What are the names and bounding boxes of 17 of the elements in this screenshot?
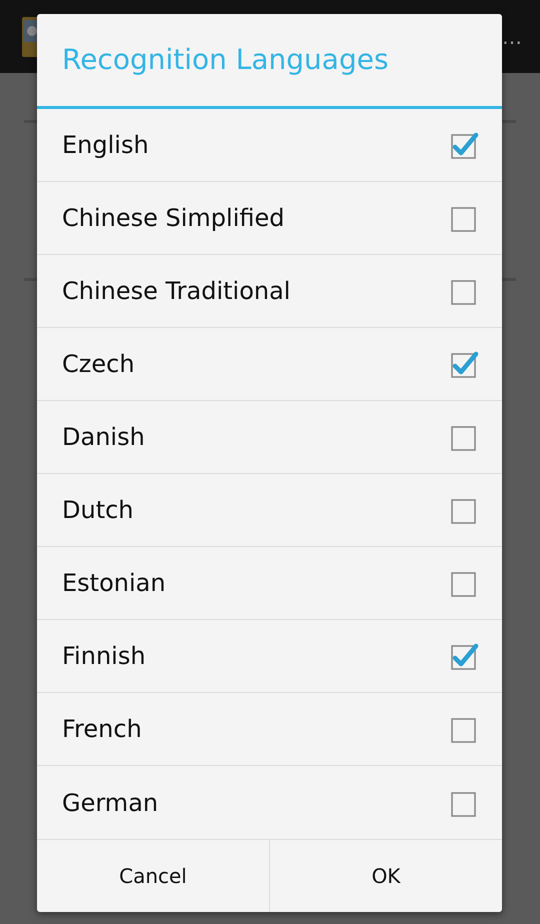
checked-checkbox[interactable] (449, 130, 479, 160)
language-option[interactable]: English (37, 109, 502, 182)
language-option[interactable]: Finnish (37, 620, 502, 694)
ok-button[interactable]: OK (269, 840, 502, 912)
language-option[interactable]: Danish (37, 401, 502, 474)
dialog-title: Recognition Languages (37, 14, 502, 110)
language-option[interactable]: Estonian (37, 547, 502, 620)
language-option[interactable]: Chinese Simplified (37, 182, 502, 256)
language-option[interactable]: Dutch (37, 474, 502, 548)
language-option[interactable]: German (37, 766, 502, 840)
cancel-button[interactable]: Cancel (37, 840, 269, 912)
language-option[interactable]: Czech (37, 328, 502, 402)
app-title: … (502, 24, 522, 50)
checked-checkbox[interactable] (449, 349, 479, 380)
checked-checkbox[interactable] (449, 641, 479, 672)
language-option[interactable]: Chinese Traditional (37, 255, 502, 328)
language-option[interactable]: French (37, 693, 502, 766)
